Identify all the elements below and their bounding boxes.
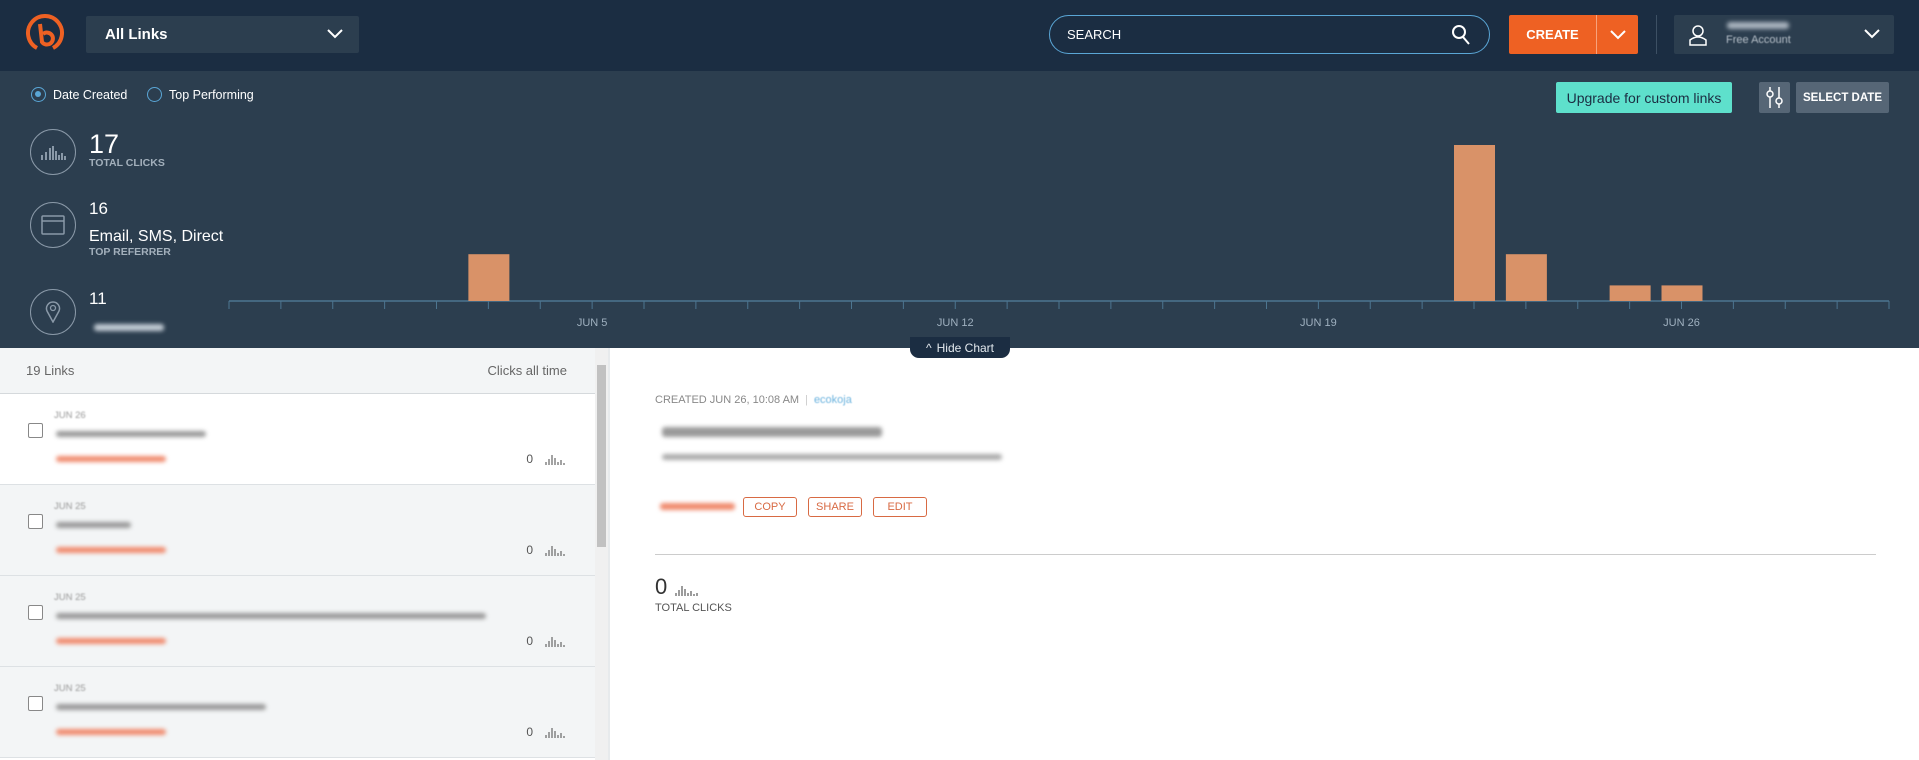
- create-dropdown-chevron-icon[interactable]: [1610, 30, 1626, 40]
- x-tick-label: JUN 5: [577, 317, 608, 329]
- link-date: JUN 25: [54, 592, 86, 603]
- search-placeholder: SEARCH: [1067, 27, 1122, 42]
- x-tick-label: JUN 12: [937, 317, 974, 329]
- divider: [655, 554, 1876, 555]
- link-date: JUN 26: [54, 410, 86, 421]
- x-tick-label: JUN 19: [1300, 317, 1337, 329]
- scrollbar[interactable]: [595, 348, 608, 760]
- account-menu[interactable]: Free Account: [1674, 15, 1894, 54]
- list-item[interactable]: JUN 25 0: [0, 576, 595, 667]
- chart-bar[interactable]: [1609, 285, 1651, 301]
- chart-bar[interactable]: [1505, 254, 1547, 301]
- list-item[interactable]: JUN 26 0: [0, 394, 595, 485]
- detail-clicks-label: TOTAL CLICKS: [655, 602, 732, 614]
- link-title-redacted: [56, 431, 206, 437]
- divider: [1656, 15, 1657, 54]
- create-button[interactable]: CREATE: [1509, 27, 1596, 42]
- link-title-redacted: [662, 427, 882, 437]
- bar-chart-icon: [545, 728, 565, 738]
- detail-clicks-value: 0: [655, 574, 668, 599]
- short-link-redacted[interactable]: [660, 503, 735, 510]
- bar-chart-icon: [545, 546, 565, 556]
- copy-button[interactable]: COPY: [743, 497, 797, 517]
- separator: |: [805, 394, 808, 406]
- link-date: JUN 25: [54, 683, 86, 694]
- links-count: 19 Links: [26, 363, 75, 378]
- group-select[interactable]: All Links: [86, 16, 359, 53]
- link-clicks: 0: [526, 543, 533, 557]
- group-select-value: All Links: [105, 26, 168, 43]
- edit-button[interactable]: EDIT: [873, 497, 927, 517]
- link-date: JUN 25: [54, 501, 86, 512]
- account-name-redacted: [1727, 22, 1789, 29]
- link-title-redacted: [56, 613, 486, 619]
- divider: [608, 348, 610, 760]
- short-link-redacted: [56, 638, 166, 644]
- create-button-group: CREATE: [1509, 15, 1638, 54]
- row-checkbox[interactable]: [28, 514, 43, 529]
- hide-chart-toggle[interactable]: ^ Hide Chart: [910, 337, 1010, 358]
- chevron-down-icon: [327, 29, 343, 39]
- account-type: Free Account: [1726, 34, 1791, 46]
- link-clicks: 0: [526, 452, 533, 466]
- user-icon: [1689, 25, 1707, 46]
- link-title-redacted: [56, 704, 266, 710]
- list-item[interactable]: JUN 25 0: [0, 667, 595, 758]
- chevron-up-icon: ^: [926, 340, 932, 355]
- long-url-redacted: [662, 454, 1002, 460]
- row-checkbox[interactable]: [28, 605, 43, 620]
- created-date: CREATED JUN 26, 10:08 AM: [655, 394, 800, 406]
- short-link-redacted: [56, 547, 166, 553]
- hide-chart-label: Hide Chart: [936, 340, 994, 355]
- divider: [1596, 15, 1597, 54]
- search-input[interactable]: SEARCH: [1049, 15, 1490, 54]
- creator-link[interactable]: ecokoja: [814, 394, 852, 406]
- chart-bar[interactable]: [468, 254, 510, 301]
- short-link-redacted: [56, 729, 166, 735]
- row-checkbox[interactable]: [28, 696, 43, 711]
- chart-panel: Date Created Top Performing Upgrade for …: [0, 71, 1919, 348]
- top-header: All Links SEARCH CREATE Free Account: [0, 0, 1919, 71]
- bitly-logo[interactable]: [25, 14, 65, 54]
- bar-chart-icon: [545, 637, 565, 647]
- list-item[interactable]: JUN 25 0: [0, 485, 595, 576]
- bar-chart-icon: [675, 586, 698, 596]
- clicks-bar-chart: JUN 5 JUN 12 JUN 19 JUN 26: [228, 145, 1890, 329]
- bar-chart-icon: [545, 455, 565, 465]
- clicks-sort-label[interactable]: Clicks all time: [488, 363, 567, 378]
- x-tick-label: JUN 26: [1663, 317, 1700, 329]
- share-button[interactable]: SHARE: [808, 497, 862, 517]
- short-link-redacted: [56, 456, 166, 462]
- chart-bar[interactable]: [1454, 145, 1495, 301]
- list-header: 19 Links Clicks all time: [0, 348, 595, 394]
- detail-meta: CREATED JUN 26, 10:08 AM | ecokoja: [655, 394, 852, 406]
- search-icon[interactable]: [1451, 24, 1471, 46]
- link-clicks: 0: [526, 634, 533, 648]
- row-checkbox[interactable]: [28, 423, 43, 438]
- chevron-down-icon: [1864, 29, 1880, 39]
- link-title-redacted: [56, 522, 131, 528]
- link-clicks: 0: [526, 725, 533, 739]
- chart-bar[interactable]: [1661, 285, 1703, 301]
- scrollbar-thumb[interactable]: [597, 365, 606, 547]
